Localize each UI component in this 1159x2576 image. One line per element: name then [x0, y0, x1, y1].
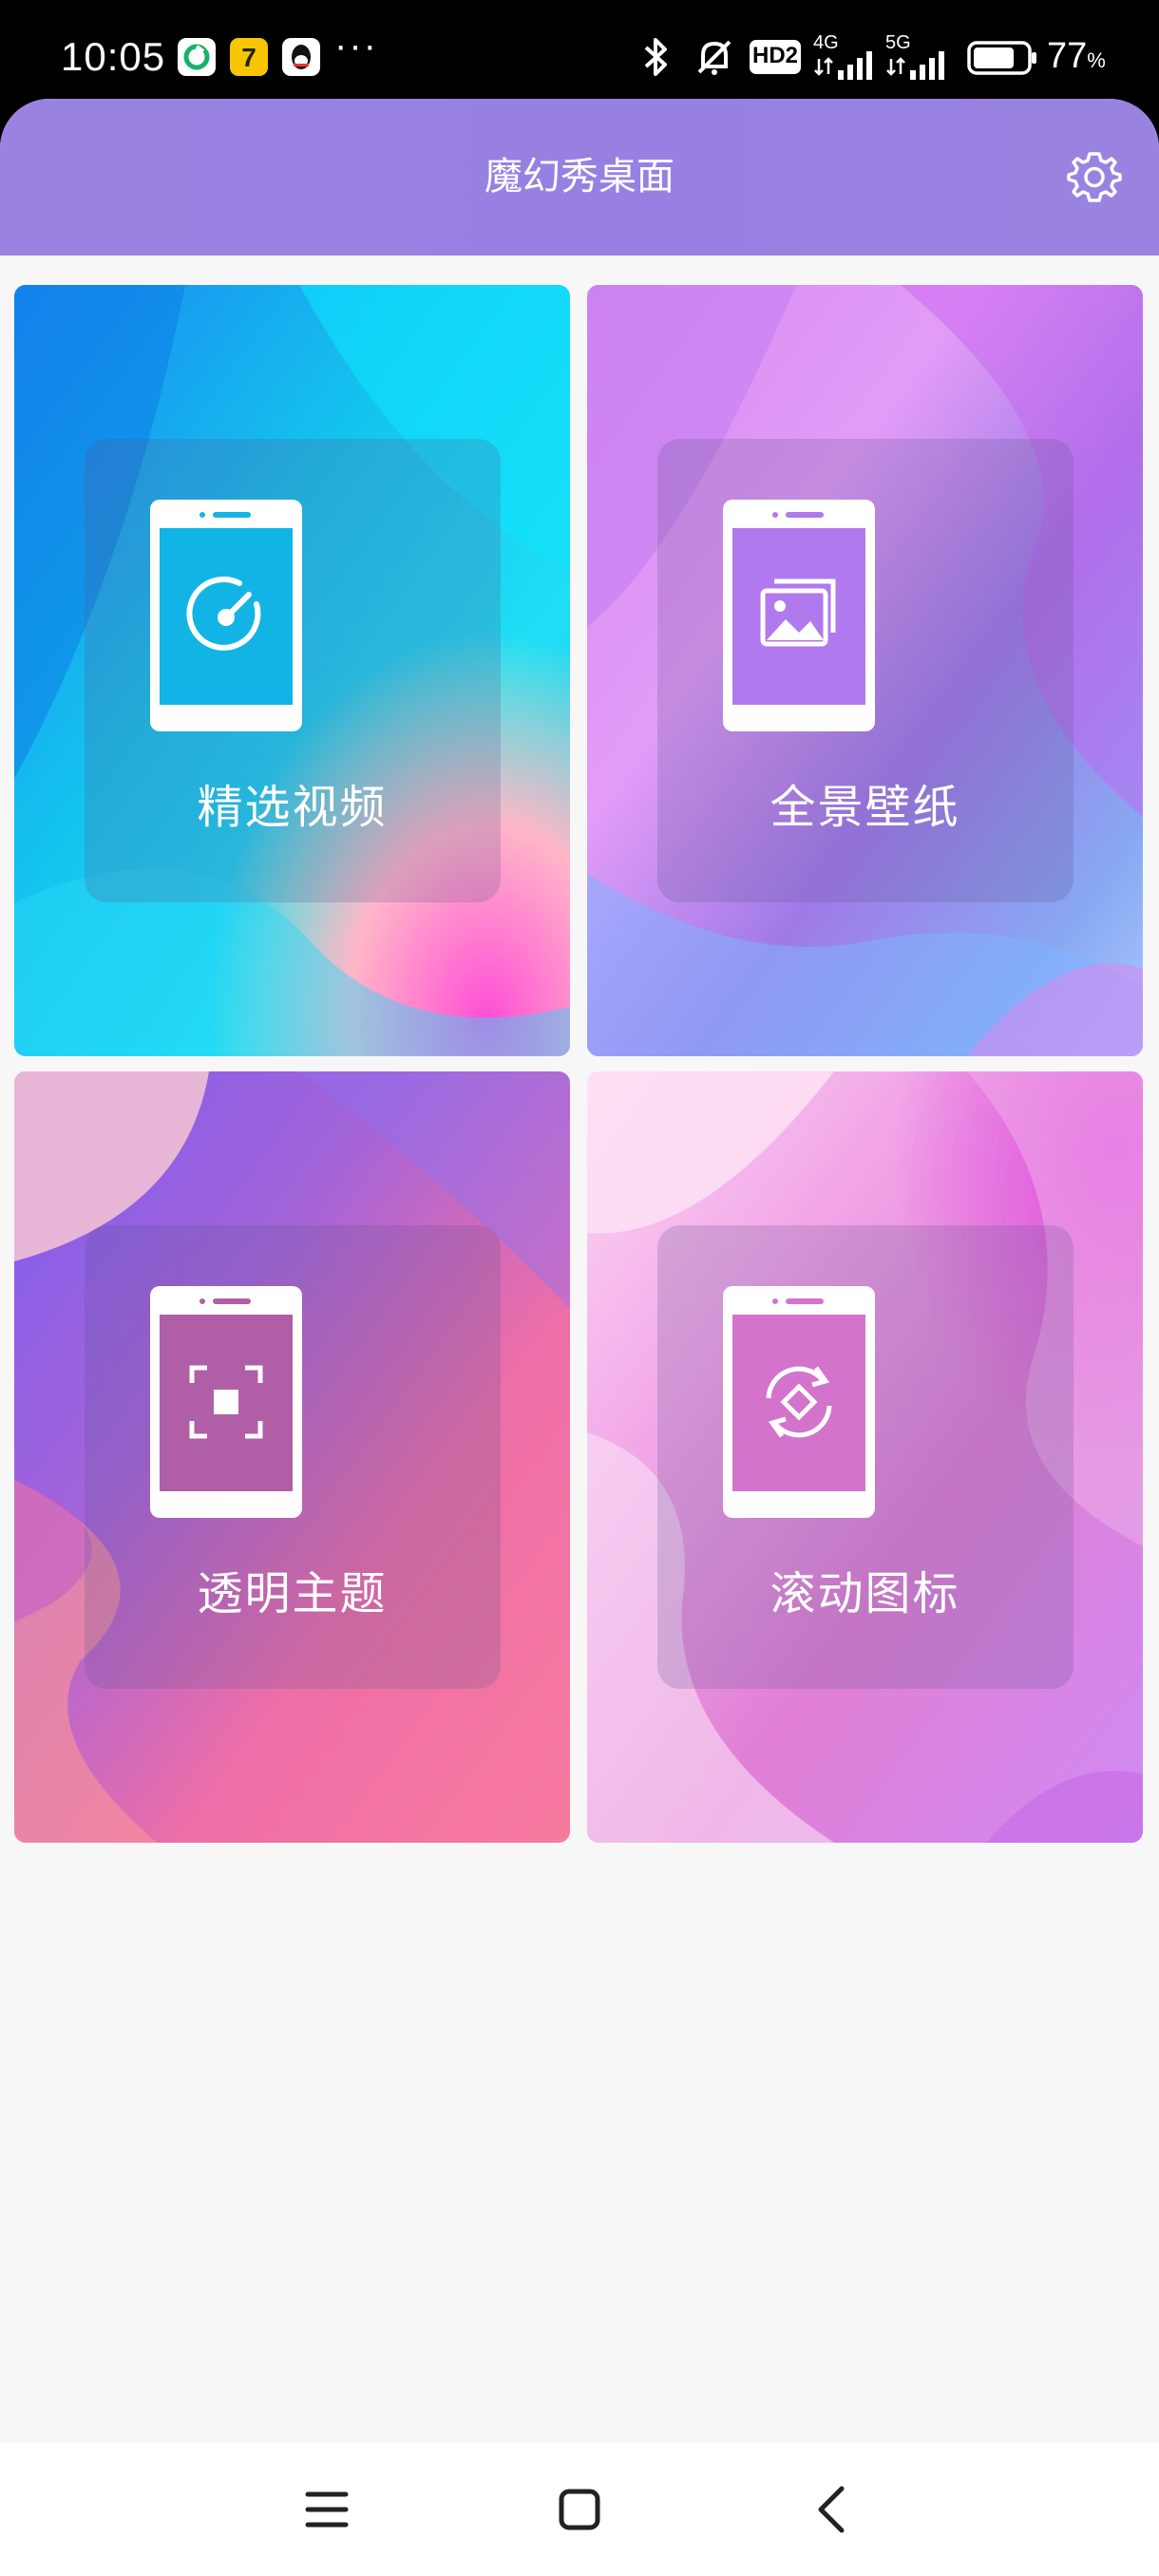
svg-text:7: 7 [241, 43, 256, 72]
video-dial-icon [150, 500, 302, 731]
card-label: 全景壁纸 [770, 781, 960, 834]
app-container: 魔幻秀桌面 精选视频 全景壁纸 透明主题 滚动图标 [0, 99, 1159, 2443]
card-label: 滚动图标 [770, 1567, 960, 1620]
status-bar: 10:05 7 ··· HD2 4G 5G 77% [0, 0, 1159, 106]
more-notifications-indicator: ··· [334, 25, 378, 66]
app-notification-icon [178, 38, 216, 76]
back-icon [818, 2486, 845, 2533]
status-time: 10:05 [61, 34, 166, 79]
menu-icon [305, 2491, 349, 2528]
system-nav-bar [0, 2443, 1159, 2576]
signal-icon [814, 51, 872, 80]
battery-percent-unit: % [1087, 48, 1106, 72]
home-icon [559, 2489, 600, 2530]
back-button[interactable] [794, 2472, 870, 2548]
signal-icon [886, 51, 944, 80]
image-gallery-icon [723, 500, 875, 731]
gear-icon [1067, 152, 1122, 202]
card-label: 精选视频 [197, 781, 388, 834]
card-scrolling-icons[interactable]: 滚动图标 [587, 1071, 1143, 1843]
card-label: 透明主题 [197, 1567, 388, 1620]
card-transparent-theme[interactable]: 透明主题 [14, 1071, 570, 1843]
card-panorama-wallpaper[interactable]: 全景壁纸 [587, 285, 1143, 1056]
mute-icon [697, 40, 732, 75]
bluetooth-icon [644, 38, 667, 76]
app-header: 魔幻秀桌面 [0, 99, 1159, 256]
battery-icon [967, 41, 1036, 75]
hd-badge-label: HD2 [752, 43, 799, 68]
transparent-focus-icon [150, 1286, 302, 1518]
settings-button[interactable] [1064, 146, 1125, 207]
card-featured-videos[interactable]: 精选视频 [14, 285, 570, 1056]
menu-button[interactable] [289, 2472, 365, 2548]
phone-screen: 10:05 7 ··· HD2 4G 5G 77% 魔幻秀桌面 精选视频 全景壁… [0, 0, 1159, 2576]
home-button[interactable] [542, 2472, 618, 2548]
rotate-icon [723, 1286, 875, 1518]
qq-icon [282, 38, 320, 76]
battery-percent: 77% [1047, 32, 1106, 85]
app-notification-icon: 7 [230, 38, 268, 76]
page-title: 魔幻秀桌面 [484, 155, 674, 199]
battery-percent-value: 77 [1047, 36, 1088, 76]
